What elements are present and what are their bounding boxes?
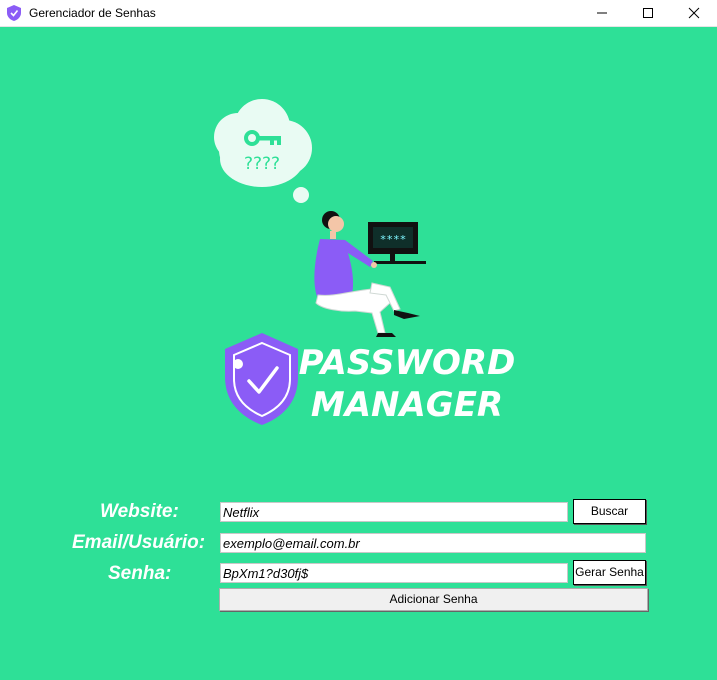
thought-text: ???? xyxy=(244,154,280,174)
minimize-icon xyxy=(597,12,607,14)
logo-line2: MANAGER xyxy=(311,385,503,425)
shield-logo-icon xyxy=(225,333,298,425)
close-button[interactable] xyxy=(671,0,717,26)
password-label: Senha: xyxy=(108,563,172,584)
title-bar: Gerenciador de Senhas xyxy=(0,0,717,27)
logo-line1: PASSWORD xyxy=(299,343,516,383)
email-label: Email/Usuário: xyxy=(72,532,206,553)
website-input[interactable]: Netflix xyxy=(220,502,568,522)
search-button[interactable]: Buscar xyxy=(573,499,646,524)
maximize-icon xyxy=(643,8,653,18)
email-input[interactable]: exemplo@email.com.br xyxy=(220,533,646,553)
main-canvas: ???? **** PASSWORD MANAGER Website: Netf… xyxy=(0,27,717,680)
maximize-button[interactable] xyxy=(625,0,671,26)
add-password-button[interactable]: Adicionar Senha xyxy=(219,588,648,611)
thought-cloud: ???? xyxy=(214,99,312,203)
password-manager-illustration: ???? **** PASSWORD MANAGER xyxy=(214,99,516,425)
password-input[interactable]: BpXm1?d30fj$ xyxy=(220,563,568,583)
generate-password-button[interactable]: Gerar Senha xyxy=(573,560,646,585)
website-label: Website: xyxy=(100,501,179,522)
shield-app-icon xyxy=(7,5,21,21)
window-title: Gerenciador de Senhas xyxy=(29,6,156,20)
minimize-button[interactable] xyxy=(579,0,625,26)
close-icon xyxy=(688,7,700,19)
monitor-icon: **** xyxy=(368,222,426,264)
screen-text: **** xyxy=(380,233,407,246)
